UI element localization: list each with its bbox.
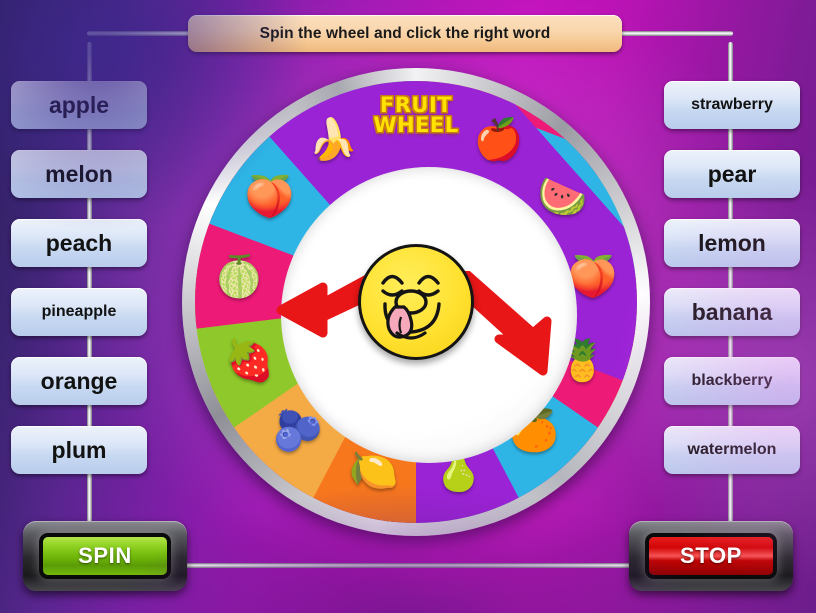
word-button-orange[interactable]: orange: [11, 357, 147, 405]
logo-line-1: FRUIT: [379, 93, 453, 117]
connector-pipe-top-right: [618, 31, 733, 36]
connector-pipe-bottom: [108, 563, 708, 568]
word-button-pineapple[interactable]: pineapple: [11, 288, 147, 336]
word-button-plum[interactable]: plum: [11, 426, 147, 474]
connector-pipe-top-left: [87, 31, 195, 36]
word-button-label: apple: [48, 91, 110, 118]
spin-button-label: SPIN: [43, 537, 167, 575]
word-button-label: watermelon: [687, 441, 777, 458]
word-button-label: strawberry: [691, 96, 773, 113]
instruction-banner: Spin the wheel and click the right word: [188, 15, 622, 52]
stop-button-label: STOP: [649, 537, 773, 575]
word-button-label: plum: [51, 436, 107, 463]
word-button-apple[interactable]: apple: [11, 81, 147, 129]
word-button-label: banana: [691, 298, 773, 325]
word-button-label: lemon: [698, 229, 766, 256]
wheel-face: 🍎 🍉 🍑 🍍 🍊 🍐 🍋 🫐 🍓 🍈 🍑 🍌 FRUIT WHEEL: [195, 81, 637, 523]
word-button-label: orange: [40, 367, 118, 394]
logo-line-2: WHEEL: [373, 113, 459, 138]
smiley-tongue-icon: [358, 244, 474, 360]
word-button-strawberry[interactable]: strawberry: [664, 81, 800, 129]
word-button-watermelon[interactable]: watermelon: [664, 426, 800, 474]
word-button-peach[interactable]: peach: [11, 219, 147, 267]
fruit-wheel[interactable]: 🍎 🍉 🍑 🍍 🍊 🍐 🍋 🫐 🍓 🍈 🍑 🍌 FRUIT WHEEL: [182, 68, 650, 536]
word-button-banana[interactable]: banana: [664, 288, 800, 336]
word-button-label: pineapple: [41, 303, 117, 320]
word-button-melon[interactable]: melon: [11, 150, 147, 198]
game-background: Spin the wheel and click the right word …: [0, 0, 816, 613]
word-button-blackberry[interactable]: blackberry: [664, 357, 800, 405]
word-button-label: melon: [45, 160, 113, 187]
word-button-label: blackberry: [691, 372, 773, 389]
word-button-label: pear: [707, 160, 757, 187]
instruction-text: Spin the wheel and click the right word: [259, 24, 551, 42]
stop-button[interactable]: STOP: [629, 521, 793, 591]
word-button-lemon[interactable]: lemon: [664, 219, 800, 267]
word-button-label: peach: [45, 229, 113, 256]
word-button-pear[interactable]: pear: [664, 150, 800, 198]
fruit-wheel-logo: FRUIT WHEEL: [357, 93, 475, 138]
spin-button[interactable]: SPIN: [23, 521, 187, 591]
